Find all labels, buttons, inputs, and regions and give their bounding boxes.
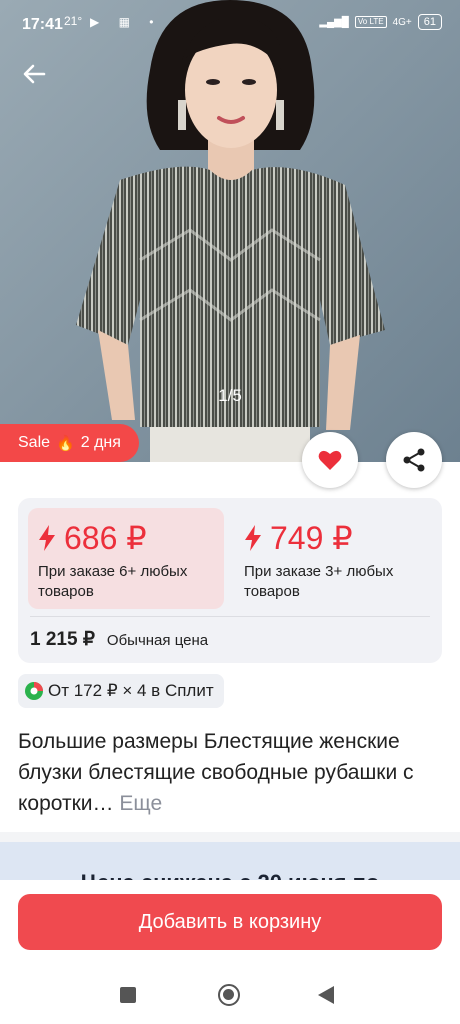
status-temperature: 21°	[64, 14, 83, 28]
split-icon	[25, 682, 43, 700]
favorite-button[interactable]	[302, 432, 358, 488]
system-nav-bar	[0, 962, 460, 1024]
volte-icon: Vo LTE	[354, 16, 387, 28]
status-bar: 17:41 21° ▶ ▦ • ▂▄▆█ Vo LTE 4G+ 61	[0, 0, 460, 50]
regular-price-label: Обычная цена	[106, 632, 209, 649]
share-button[interactable]	[386, 432, 442, 488]
price-option-6plus[interactable]: 686 ₽ При заказе 6+ любых товаров	[28, 508, 224, 609]
fire-icon: 🔥	[56, 435, 75, 452]
price-row: 686 ₽	[38, 520, 214, 556]
regular-price-row: 1 215 ₽ Обычная цена	[30, 628, 208, 651]
sale-badge: Sale 🔥 2 дня	[0, 424, 139, 462]
regular-price-value: 1 215 ₽	[30, 629, 95, 650]
status-notification-icons: ▶ ▦ •	[90, 15, 162, 29]
sale-label: Sale	[18, 434, 51, 451]
section-divider	[0, 832, 460, 842]
back-button[interactable]	[18, 58, 50, 90]
home-icon[interactable]	[218, 984, 240, 1006]
product-title: Большие размеры Блестящие женские блузки…	[18, 726, 442, 819]
price-condition: При заказе 6+ любых товаров	[38, 563, 188, 600]
bottom-action-bar: Добавить в корзину	[0, 880, 460, 960]
signal-icon: ▂▄▆█	[319, 16, 349, 28]
heart-icon	[318, 450, 342, 470]
sale-duration: 2 дня	[80, 434, 121, 451]
back-triangle-icon[interactable]	[318, 986, 334, 1004]
split-installments[interactable]: От 172 ₽ × 4 в Сплит	[18, 674, 224, 708]
price-value: 749 ₽	[270, 520, 353, 556]
arrow-left-icon	[23, 64, 46, 84]
network-type: 4G+	[392, 16, 412, 28]
show-more-link[interactable]: Еще	[119, 792, 162, 815]
price-value: 686 ₽	[64, 520, 147, 556]
battery-icon: 61	[417, 14, 442, 30]
share-icon	[403, 448, 425, 472]
status-right-group: ▂▄▆█ Vo LTE 4G+ 61	[319, 14, 442, 30]
status-time: 17:41	[22, 16, 63, 33]
split-text: От 172 ₽ × 4 в Сплит	[48, 681, 214, 700]
recents-icon[interactable]	[120, 987, 136, 1003]
lightning-icon	[245, 525, 261, 551]
lightning-icon	[39, 525, 55, 551]
price-card: 686 ₽ При заказе 6+ любых товаров 749 ₽ …	[18, 498, 442, 663]
add-to-cart-button[interactable]: Добавить в корзину	[18, 894, 442, 950]
card-divider	[30, 616, 430, 617]
price-row: 749 ₽	[244, 520, 420, 556]
price-condition: При заказе 3+ любых товаров	[244, 563, 394, 600]
product-title-text: Большие размеры Блестящие женские блузки…	[18, 730, 414, 815]
price-option-3plus[interactable]: 749 ₽ При заказе 3+ любых товаров	[234, 508, 430, 609]
gallery-pager: 1/5	[218, 386, 242, 405]
